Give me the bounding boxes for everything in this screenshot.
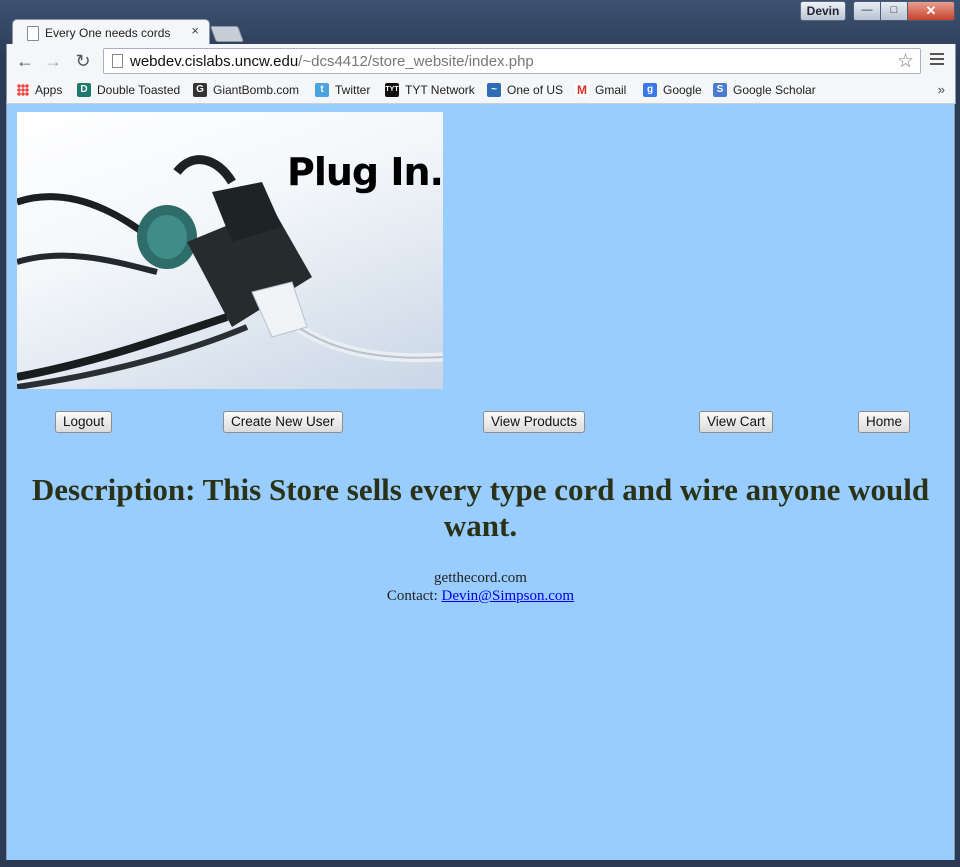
bookmark-double-toasted[interactable]: D Double Toasted bbox=[77, 82, 180, 98]
new-tab-button[interactable] bbox=[210, 26, 244, 42]
bookmark-label: Google bbox=[663, 83, 702, 97]
title-bar: Devin — □ ✕ Every One needs cords × bbox=[0, 0, 960, 45]
tab-active[interactable]: Every One needs cords × bbox=[12, 19, 210, 45]
bookmark-giantbomb[interactable]: G GiantBomb.com bbox=[193, 82, 299, 98]
bookmark-label: One of US bbox=[507, 83, 564, 97]
forward-arrow-icon[interactable]: → bbox=[43, 51, 63, 71]
browser-window: Devin — □ ✕ Every One needs cords × ← → … bbox=[0, 0, 960, 867]
bookmark-google[interactable]: g Google bbox=[643, 82, 702, 98]
banner-image: Plug In. bbox=[17, 112, 443, 389]
one-of-us-icon: ~ bbox=[487, 83, 501, 97]
page-icon bbox=[27, 26, 39, 41]
contact-label: Contact: bbox=[386, 588, 442, 604]
bookmark-google-scholar[interactable]: S Google Scholar bbox=[713, 82, 816, 98]
page-footer: getthecord.com Contact: Devin@Simpson.co… bbox=[7, 569, 954, 605]
back-arrow-icon[interactable]: ← bbox=[15, 51, 35, 71]
bookmark-label: Gmail bbox=[595, 83, 627, 97]
view-products-button[interactable]: View Products bbox=[483, 411, 586, 433]
google-scholar-icon: S bbox=[713, 83, 727, 97]
browser-toolbar: ← → ↻ webdev.cislabs.uncw.edu/~dcs4412/s… bbox=[6, 44, 956, 78]
tab-close-icon[interactable]: × bbox=[191, 23, 199, 38]
profile-badge[interactable]: Devin bbox=[800, 1, 846, 21]
page-icon bbox=[112, 54, 123, 68]
window-bottom-border bbox=[0, 860, 960, 867]
bookmark-apps[interactable]: Apps bbox=[17, 82, 62, 98]
bookmark-label: TYT Network bbox=[405, 83, 475, 97]
more-bookmarks-icon[interactable]: » bbox=[938, 82, 945, 97]
bookmark-label: GiantBomb.com bbox=[213, 83, 300, 97]
tab-title: Every One needs cords bbox=[45, 26, 171, 40]
hamburger-menu-icon[interactable] bbox=[930, 53, 944, 68]
tyt-icon: TYT bbox=[385, 83, 399, 97]
footer-contact: Contact: Devin@Simpson.com bbox=[7, 587, 954, 605]
logout-button[interactable]: Logout bbox=[55, 411, 113, 433]
giantbomb-icon: G bbox=[193, 83, 207, 97]
maximize-button[interactable]: □ bbox=[880, 1, 908, 21]
bookmark-label: Google Scholar bbox=[733, 83, 816, 97]
bookmark-label: Twitter bbox=[335, 83, 371, 97]
bookmark-twitter[interactable]: t Twitter bbox=[315, 82, 370, 98]
minimize-button[interactable]: — bbox=[853, 1, 881, 21]
apps-grid-icon bbox=[17, 84, 29, 96]
bookmarks-bar: Apps D Double Toasted G GiantBomb.com t … bbox=[6, 78, 956, 104]
close-window-button[interactable]: ✕ bbox=[907, 1, 955, 21]
twitter-bird-icon: t bbox=[315, 83, 329, 97]
page-content: Plug In. Logout Create New User View Pro… bbox=[6, 104, 955, 860]
view-cart-button[interactable]: View Cart bbox=[699, 411, 774, 433]
google-icon: g bbox=[643, 83, 657, 97]
bookmark-gmail[interactable]: M Gmail bbox=[575, 82, 626, 98]
url-path: /~dcs4412/store_website/index.php bbox=[298, 53, 534, 70]
banner-title: Plug In. bbox=[287, 150, 443, 194]
footer-site-name: getthecord.com bbox=[434, 570, 527, 586]
bookmark-label: Double Toasted bbox=[97, 83, 181, 97]
home-button[interactable]: Home bbox=[858, 411, 911, 433]
bookmark-star-icon[interactable]: ☆ bbox=[897, 50, 914, 73]
bookmark-label: Apps bbox=[35, 83, 63, 97]
bookmark-one-of-us[interactable]: ~ One of US bbox=[487, 82, 563, 98]
double-toasted-icon: D bbox=[77, 83, 91, 97]
reload-icon[interactable]: ↻ bbox=[73, 51, 93, 71]
url-text[interactable]: webdev.cislabs.uncw.edu/~dcs4412/store_w… bbox=[130, 53, 534, 70]
url-host: webdev.cislabs.uncw.edu bbox=[130, 53, 299, 70]
address-bar[interactable]: webdev.cislabs.uncw.edu/~dcs4412/store_w… bbox=[103, 48, 921, 74]
gmail-icon: M bbox=[575, 83, 589, 97]
bookmark-tyt[interactable]: TYT TYT Network bbox=[385, 82, 475, 98]
create-new-user-button[interactable]: Create New User bbox=[223, 411, 343, 433]
contact-email-link[interactable]: Devin@Simpson.com bbox=[442, 588, 575, 604]
store-description: Description: This Store sells every type… bbox=[31, 472, 930, 543]
